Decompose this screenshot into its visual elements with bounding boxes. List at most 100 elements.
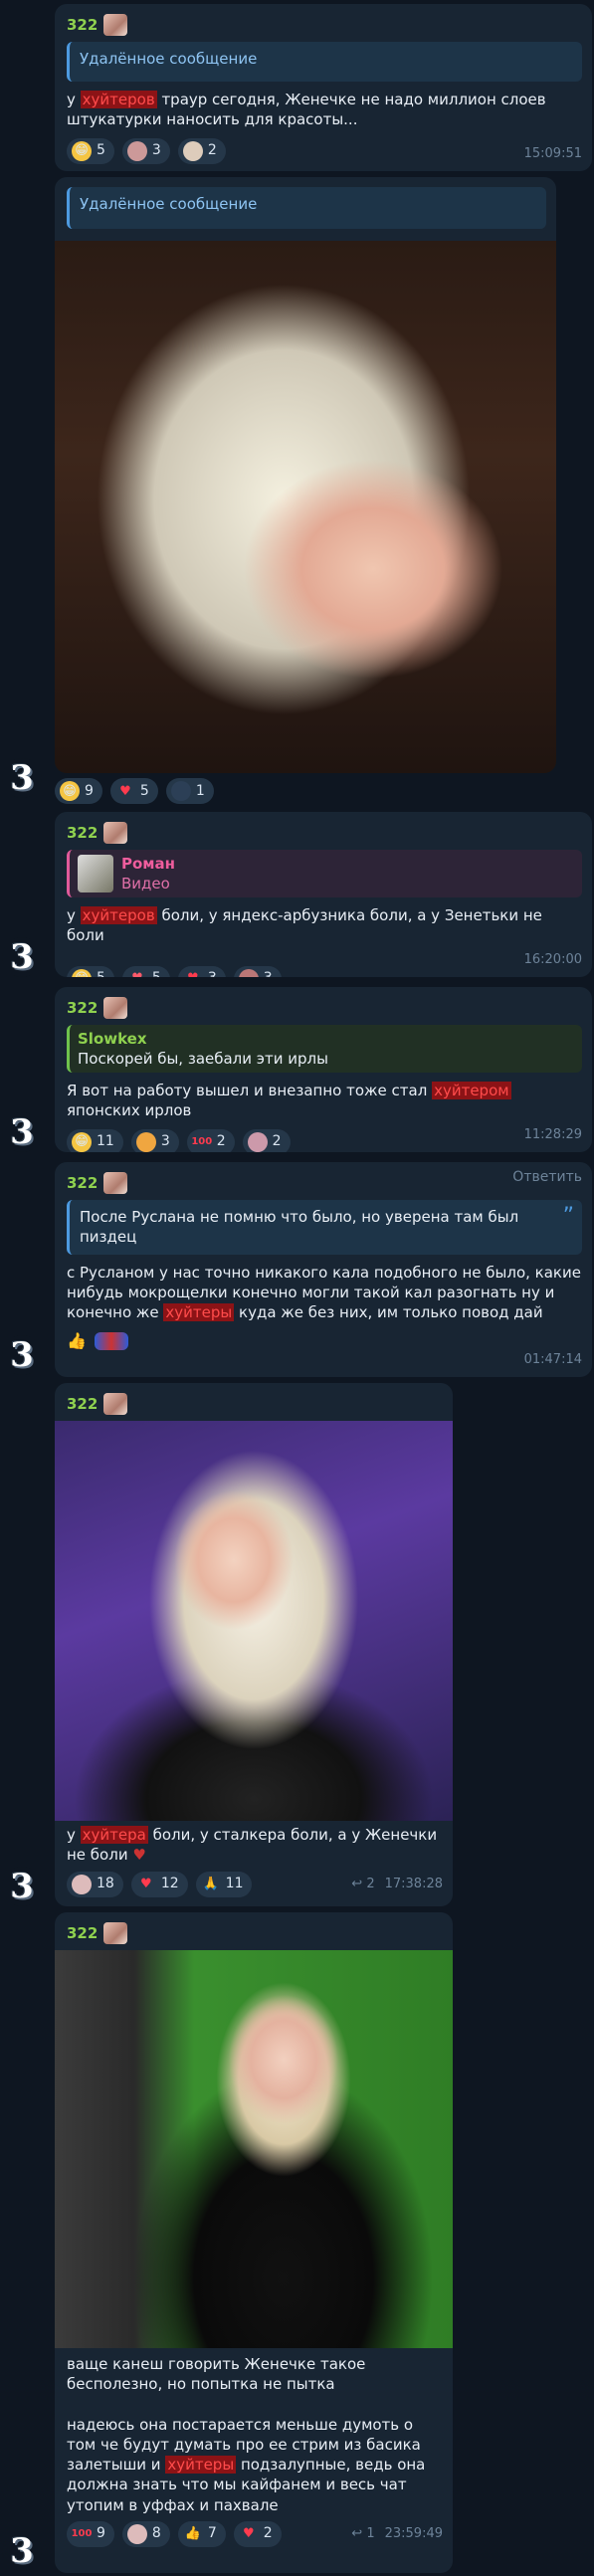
spoiler-text[interactable]: хуйтеров — [80, 906, 157, 924]
reactions-bar: 😁 5 3 2 — [67, 137, 582, 164]
message-text: у хуйтеров боли, у яндекс-арбузника боли… — [67, 906, 542, 945]
sender-avatar-icon — [103, 997, 128, 1019]
spoiler-text[interactable]: хуйтеров — [80, 91, 157, 108]
user-avatar[interactable]: 3 — [2, 1335, 42, 1375]
reply-author: Роман — [121, 854, 176, 873]
timestamp: 15:09:51 — [523, 146, 582, 162]
reaction-chip[interactable]: 3 — [233, 965, 282, 977]
thumbs-up-icon[interactable]: 👍 — [67, 1330, 87, 1352]
user-avatar[interactable]: 3 — [2, 2531, 42, 2571]
avatar-face-icon — [182, 140, 203, 161]
reaction-chip[interactable]: ♥5 — [109, 778, 158, 804]
quote-text: Удалённое сообщение — [80, 195, 258, 213]
timestamp: 23:59:49 — [384, 2525, 443, 2541]
reactions-bar: 😁5 ♥5 ♥3 3 — [67, 965, 582, 977]
message-bubble[interactable]: 322 Роман Видео у хуйтеров боли, у яндек… — [55, 812, 592, 977]
sender-avatar-icon — [103, 1172, 128, 1194]
reply-button[interactable]: Ответить — [512, 1168, 582, 1187]
sender-row: 322 — [67, 820, 582, 846]
grin-emoji-icon: 😁 — [72, 968, 92, 977]
reaction-chip[interactable]: ♥ 2 — [233, 2520, 282, 2547]
reaction-chip[interactable]: 👍 7 — [177, 2520, 226, 2547]
reaction-chip[interactable]: 2 — [177, 137, 226, 164]
message-photo[interactable] — [55, 1950, 453, 2348]
sender-name[interactable]: 322 — [67, 1173, 98, 1193]
reaction-chip[interactable]: ♥ 12 — [130, 1871, 188, 1897]
message-bubble[interactable]: 322 — [55, 1912, 453, 1952]
message-photo[interactable] — [55, 241, 556, 773]
user-avatar[interactable]: 3 — [2, 1112, 42, 1152]
reaction-chip[interactable]: ♥3 — [177, 965, 226, 977]
reactions-bar: 18 ♥ 12 🙏 11 ↩ 2 17:38:28 — [67, 1871, 443, 1897]
message-bubble[interactable]: 322 Slowkex Поскорей бы, заебали эти ирл… — [55, 987, 592, 1152]
spoiler-text[interactable]: хуйтером — [432, 1082, 511, 1099]
quote-mark-icon: ” — [562, 1204, 574, 1229]
reaction-chip[interactable]: 3 — [130, 1128, 179, 1152]
reaction-chip[interactable]: 100 2 — [186, 1128, 235, 1152]
sender-row: 322 — [67, 1170, 582, 1196]
heart-hands-icon: ♥ — [127, 969, 147, 977]
user-avatar[interactable]: 3 — [2, 1867, 42, 1906]
sender-avatar-icon — [103, 1393, 128, 1415]
reaction-chip[interactable]: ♥5 — [121, 965, 170, 977]
reactions-bar: 100 9 8 👍 7 ♥ 2 ↩ 1 23:59:49 — [67, 2520, 443, 2547]
spoiler-text[interactable]: хуйтеры — [165, 2456, 237, 2474]
message-photo[interactable] — [55, 1421, 453, 1821]
reply-quote[interactable]: Роман Видео — [67, 850, 582, 897]
message-bubble[interactable]: 322 Ответить После Руслана не помню что … — [55, 1162, 592, 1377]
message-text: надеюсь она постарается меньше думоть о … — [67, 2415, 426, 2514]
user-avatar[interactable]: 3 — [2, 937, 42, 977]
reaction-chip[interactable]: 2 — [242, 1128, 291, 1152]
reaction-chip[interactable]: 😁 11 — [67, 1128, 123, 1152]
reaction-chip[interactable]: 8 — [121, 2520, 170, 2547]
message-bubble-footer: у хуйтера боли, у сталкера боли, а у Жен… — [55, 1821, 453, 1906]
replies-count[interactable]: ↩ 2 — [351, 1876, 374, 1893]
heart-icon: ♥ — [119, 783, 131, 799]
reaction-chip[interactable]: 100 9 — [67, 2520, 114, 2547]
sender-name[interactable]: 322 — [67, 998, 98, 1018]
reply-quote[interactable]: Удалённое сообщение — [67, 187, 546, 229]
reaction-chip[interactable]: 3 — [121, 137, 170, 164]
sender-row: 322 — [67, 995, 582, 1021]
grin-emoji-icon: 😁 — [72, 1131, 92, 1152]
message-bubble[interactable]: 322 Удалённое сообщение у хуйтеров траур… — [55, 4, 592, 171]
sticker-icon[interactable] — [94, 1332, 128, 1351]
video-thumb-icon — [78, 855, 113, 892]
reply-quote[interactable]: Slowkex Поскорей бы, заебали эти ирлы — [67, 1025, 582, 1073]
reactions-bar: 😁 9 ♥ 5 1 — [55, 778, 214, 804]
message-bubble[interactable]: 322 — [55, 1383, 453, 1423]
sender-avatar-icon — [103, 14, 128, 36]
message-bubble-footer: ваще канеш говорить Женечке такое беспол… — [55, 2348, 453, 2573]
user-avatar[interactable]: 3 — [2, 758, 42, 798]
sender-name[interactable]: 322 — [67, 823, 98, 843]
reaction-chip[interactable]: 😁5 — [67, 965, 114, 977]
reaction-chip[interactable]: 18 — [67, 1871, 123, 1897]
spoiler-text[interactable]: хуйтера — [80, 1826, 148, 1844]
timestamp: 01:47:14 — [523, 1352, 582, 1368]
message-bubble[interactable]: Удалённое сообщение — [55, 177, 556, 241]
reaction-chip[interactable]: 1 — [165, 778, 214, 804]
avatar-face-icon — [126, 140, 147, 161]
reaction-chip[interactable]: 😁 9 — [55, 778, 102, 804]
avatar-face-icon — [126, 2523, 147, 2544]
reaction-chip[interactable]: 🙏 11 — [195, 1871, 253, 1897]
replies-count[interactable]: ↩ 1 — [351, 2525, 374, 2543]
dark-face-icon — [170, 781, 191, 801]
reply-arrow-icon: ↩ — [351, 2525, 363, 2541]
message-text: Я вот на работу вышел и внезапно тоже ст… — [67, 1082, 511, 1120]
reply-quote[interactable]: Удалённое сообщение — [67, 42, 582, 82]
pray-icon: 🙏 — [202, 1876, 219, 1891]
reactions-bar: 😁 11 3 100 2 2 — [67, 1128, 582, 1152]
quote-text: После Руслана не помню что было, но увер… — [80, 1208, 519, 1247]
reply-quote[interactable]: После Руслана не помню что было, но увер… — [67, 1200, 582, 1255]
reaction-chip[interactable]: 😁5 — [67, 137, 114, 164]
sender-name[interactable]: 322 — [67, 1394, 98, 1414]
sender-name[interactable]: 322 — [67, 1923, 98, 1943]
hundred-icon: 100 — [71, 2528, 93, 2539]
spoiler-text[interactable]: хуйтеры — [163, 1303, 235, 1321]
sender-name[interactable]: 322 — [67, 15, 98, 35]
heart-icon: ♥ — [242, 2525, 255, 2541]
heart-icon: ♥ — [183, 969, 203, 977]
message-text: у хуйтеров траур сегодня, Женечке не над… — [67, 91, 546, 129]
handshake-icon — [135, 1131, 156, 1152]
